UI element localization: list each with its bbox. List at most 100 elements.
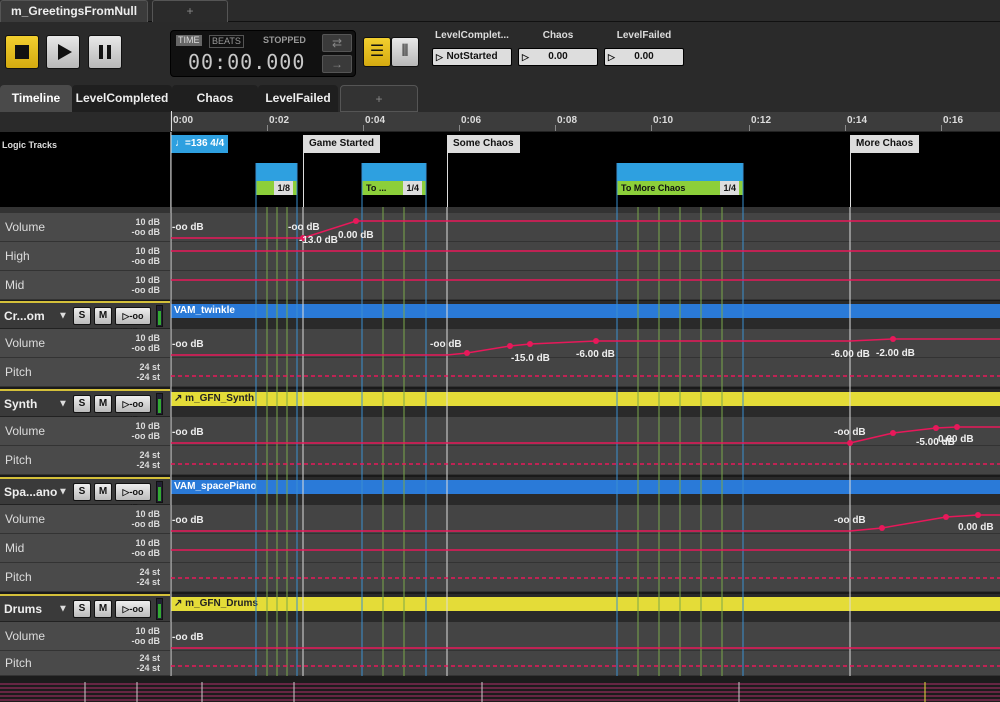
range-max: 24 st (139, 450, 160, 460)
region-header (256, 163, 297, 181)
group-header[interactable]: Cr...om ▼ S M ▷-oo dB (0, 301, 170, 337)
stop-button[interactable] (5, 35, 39, 69)
expand-triangle-icon[interactable]: ▼ (58, 398, 68, 409)
overview-strip[interactable] (0, 676, 1000, 702)
group-header[interactable]: Drums ▼ S M ▷-oo dB (0, 594, 170, 630)
param-header: Volume 10 dB -oo dB (0, 622, 170, 651)
range-max: 24 st (139, 362, 160, 372)
automation-lane[interactable] (171, 651, 1000, 676)
range-min: -oo dB (131, 519, 161, 529)
region-count: 1/4 (403, 181, 422, 195)
mute-button[interactable]: M (94, 307, 112, 325)
automation-lane[interactable] (171, 534, 1000, 563)
expand-triangle-icon[interactable]: ▼ (58, 486, 68, 497)
solo-button[interactable]: S (73, 307, 91, 325)
param-name: Pitch (5, 365, 32, 379)
solo-button[interactable]: S (73, 483, 91, 501)
param-header: Pitch 24 st -24 st (0, 446, 170, 475)
list-view-button[interactable]: ☰ (363, 37, 391, 67)
pause-button[interactable] (88, 35, 122, 69)
playhead[interactable] (171, 111, 172, 131)
parameter-value-field[interactable]: ▷ 0.00 (518, 48, 598, 66)
loop-toggle-button[interactable]: ⇄ (322, 34, 352, 52)
automation-lane[interactable] (171, 446, 1000, 475)
automation-lane[interactable] (171, 213, 1000, 242)
parameter-value-field[interactable]: ▷ NotStarted (432, 48, 512, 66)
expand-triangle-icon[interactable]: ▼ (58, 603, 68, 614)
play-small-icon: ▷ (522, 52, 529, 62)
tempo-marker[interactable]: ♩=136 4/4 (171, 135, 229, 153)
grid-view-button[interactable]: ⦀ (391, 37, 419, 67)
grid-icon: ⦀ (401, 43, 409, 60)
param-header: Volume 10 dB -oo dB (0, 417, 170, 446)
parameter-name: LevelFailed (616, 30, 672, 41)
parameter-levelcompleted: LevelComplet... ▷ NotStarted (432, 30, 512, 66)
automation-lane[interactable] (171, 242, 1000, 271)
ruler-label: 0:14 (847, 115, 868, 126)
param-name: Pitch (5, 453, 32, 467)
instrument-clip[interactable]: VAM_twinkle (171, 304, 1000, 318)
automation-lane[interactable] (171, 622, 1000, 651)
volume-button[interactable]: ▷-oo dB (115, 395, 151, 425)
crom-pitch-row: Pitch 24 st -24 st (0, 358, 1000, 387)
range-max: 24 st (139, 567, 160, 577)
volume-button[interactable]: ▷-oo dB (115, 307, 151, 337)
document-tab-active[interactable]: m_GreetingsFromNull (0, 0, 148, 22)
timeline-ruler[interactable]: 0:00 0:02 0:04 0:06 0:08 0:10 0:12 0:14 … (0, 111, 1000, 132)
group-track-synth: Synth ▼ S M ▷-oo dB ↗ m_GFN_Synth (0, 389, 1000, 425)
time-display: TIME BEATS STOPPED 00:00.000 ⇄ → (170, 30, 356, 77)
automation-lane[interactable] (171, 271, 1000, 300)
automation-lane[interactable] (171, 329, 1000, 358)
expand-triangle-icon[interactable]: ▼ (58, 310, 68, 321)
marker-game-started[interactable]: Game Started (303, 135, 381, 153)
automation-lane[interactable] (171, 563, 1000, 592)
group-header[interactable]: Spa...ano ▼ S M ▷-oo dB (0, 477, 170, 513)
transition-region[interactable]: 1/8 (256, 163, 297, 207)
solo-button[interactable]: S (73, 600, 91, 618)
instrument-clip[interactable]: VAM_spacePiano (171, 480, 1000, 494)
automation-lane[interactable] (171, 417, 1000, 446)
automation-lane[interactable] (171, 358, 1000, 387)
time-mode-toggle[interactable]: TIME (176, 35, 202, 46)
beats-mode-toggle[interactable]: BEATS (209, 35, 244, 48)
parameter-levelfailed: LevelFailed ▷ 0.00 (604, 30, 684, 66)
automation-lane[interactable] (171, 505, 1000, 534)
add-document-tab-button[interactable]: + (152, 0, 228, 22)
transition-region[interactable]: To ... 1/4 (362, 163, 426, 207)
ruler-label: 0:16 (943, 115, 964, 126)
volume-button[interactable]: ▷-oo dB (115, 483, 151, 513)
marker-some-chaos[interactable]: Some Chaos (447, 135, 520, 153)
play-button[interactable] (46, 35, 80, 69)
follow-playhead-button[interactable]: → (322, 55, 352, 73)
mute-button[interactable]: M (94, 600, 112, 618)
instrument-clip[interactable]: ↗ m_GFN_Drums (171, 597, 1000, 611)
region-count: 1/4 (720, 181, 739, 195)
tab-chaos[interactable]: Chaos (172, 85, 258, 112)
ruler-label: 0:10 (653, 115, 674, 126)
param-header: Volume 10 dB -oo dB (0, 505, 170, 534)
param-range: 24 st -24 st (136, 450, 160, 470)
tab-timeline[interactable]: Timeline (0, 85, 72, 112)
mute-button[interactable]: M (94, 395, 112, 413)
tab-levelfailed[interactable]: LevelFailed (258, 85, 338, 112)
transition-region[interactable]: To More Chaos 1/4 (617, 163, 743, 207)
add-sheet-tab-button[interactable]: + (340, 85, 418, 112)
range-min: -oo dB (131, 548, 161, 558)
param-range: 10 dB -oo dB (132, 421, 161, 441)
range-min: -oo dB (131, 343, 161, 353)
marker-more-chaos[interactable]: More Chaos (850, 135, 920, 153)
volume-button[interactable]: ▷-oo dB (115, 600, 151, 630)
parameter-value-field[interactable]: ▷ 0.00 (604, 48, 684, 66)
param-header: Mid 10 dB -oo dB (0, 534, 170, 563)
param-range: 24 st -24 st (136, 653, 160, 673)
range-max: 10 dB (135, 509, 160, 519)
instrument-clip[interactable]: ↗ m_GFN_Synth (171, 392, 1000, 406)
solo-button[interactable]: S (73, 395, 91, 413)
group-header[interactable]: Synth ▼ S M ▷-oo dB (0, 389, 170, 425)
tab-levelcompleted[interactable]: LevelCompleted (72, 85, 172, 112)
region-header (617, 163, 743, 181)
mute-button[interactable]: M (94, 483, 112, 501)
event-icon: ↗ (174, 393, 186, 404)
param-name: Volume (5, 336, 46, 350)
parameter-name: Chaos (542, 30, 574, 41)
